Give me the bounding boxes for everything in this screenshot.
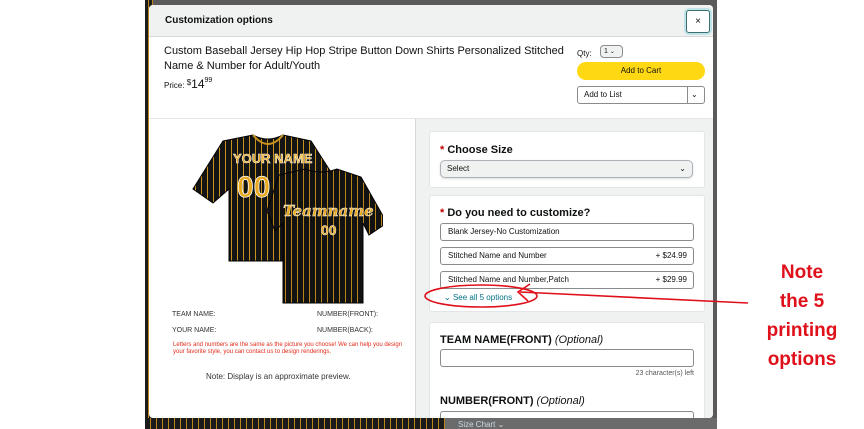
optional-label: (Optional) [536, 395, 585, 407]
add-to-list-button[interactable]: Add to List ⌄ [577, 86, 705, 104]
design-disclaimer: Letters and numbers are the same as the … [173, 342, 403, 355]
price-fraction: 99 [204, 77, 213, 84]
annotation-line: options [767, 349, 837, 370]
number-front-field-label: NUMBER(FRONT) [440, 395, 534, 407]
annotation-note: Note the 5 printing options [752, 258, 852, 374]
add-to-list-label: Add to List [584, 90, 622, 99]
options-pane: * Choose Size Select ⌄ * Do you need to … [415, 119, 713, 418]
option-label: Stitched Name and Number,Patch [448, 275, 569, 284]
price-currency: $ [186, 78, 192, 87]
option-stitched-name-number-patch[interactable]: Stitched Name and Number,Patch + $29.99 [440, 271, 694, 289]
size-title-text: Choose Size [447, 144, 513, 156]
customize-title: * Do you need to customize? [440, 207, 590, 219]
number-front-field-title: NUMBER(FRONT) (Optional) [440, 395, 585, 407]
optional-label: (Optional) [554, 334, 604, 346]
text-fields-card: TEAM NAME(FRONT) (Optional) 23 character… [429, 322, 705, 418]
preview-note: Note: Display is an approximate preview. [206, 372, 351, 381]
number-front-input[interactable] [440, 411, 694, 418]
team-name-field-label: TEAM NAME(FRONT) [440, 334, 552, 346]
modal-title: Customization options [165, 15, 273, 26]
char-counter: 23 character(s) left [635, 370, 694, 377]
annotation-line: the 5 [779, 291, 825, 312]
screen: Size Chart ⌄ Customization options × Cus… [0, 0, 864, 429]
number-front-label: NUMBER(FRONT): [317, 311, 379, 318]
qty-select[interactable]: 1 ⌄ [600, 45, 623, 58]
option-stitched-name-number[interactable]: Stitched Name and Number + $24.99 [440, 247, 694, 265]
jersey-back-name: Teamname [283, 202, 374, 220]
customize-title-text: Do you need to customize? [447, 207, 591, 219]
customization-modal: Customization options × Custom Baseball … [149, 5, 713, 418]
customize-card: * Do you need to customize? Blank Jersey… [429, 195, 705, 312]
team-name-label: TEAM NAME: [172, 311, 216, 318]
number-back-label: NUMBER(BACK): [317, 327, 374, 334]
qty-value: 1 [604, 48, 608, 55]
chevron-down-icon: ⌄ [444, 293, 451, 302]
jersey-front-name: YOUR NAME [233, 151, 313, 166]
option-blank-jersey[interactable]: Blank Jersey-No Customization [440, 223, 694, 241]
jersey-back-number: 00 [321, 222, 337, 238]
annotation-line: Note [780, 262, 824, 283]
chevron-down-icon: ⌄ [609, 49, 615, 55]
jersey-preview-image: YOUR NAME 00 Teamname 00 [192, 134, 383, 304]
size-select-value: Select [447, 164, 470, 173]
see-all-options-link[interactable]: ⌄ See all 5 options [444, 293, 512, 302]
see-all-label: See all 5 options [452, 293, 513, 302]
price-label: Price: [164, 81, 185, 90]
add-to-cart-button[interactable]: Add to Cart [577, 62, 705, 80]
close-button[interactable]: × [686, 10, 710, 33]
chevron-down-icon[interactable]: ⌄ [691, 87, 698, 103]
size-title: * Choose Size [440, 144, 513, 156]
option-price: + $24.99 [655, 251, 687, 260]
divider [687, 87, 688, 103]
option-price: + $29.99 [655, 275, 687, 284]
backdrop-jersey-stripes-bottom [145, 418, 445, 429]
qty-label: Qty: [577, 49, 592, 58]
size-chart-label: Size Chart [458, 420, 496, 429]
size-card: * Choose Size Select ⌄ [429, 131, 705, 188]
modal-header: Customization options × [149, 5, 713, 37]
size-chart-link[interactable]: Size Chart ⌄ [458, 420, 504, 429]
price: Price: $1499 [164, 77, 212, 91]
annotation-line: printing [766, 320, 838, 341]
your-name-label: YOUR NAME: [172, 327, 217, 334]
size-select[interactable]: Select ⌄ [440, 160, 693, 178]
price-whole: 14 [191, 77, 205, 91]
jersey-front-number: 00 [237, 171, 270, 204]
option-label: Stitched Name and Number [448, 251, 547, 260]
team-name-field-title: TEAM NAME(FRONT) (Optional) [440, 334, 603, 346]
product-title: Custom Baseball Jersey Hip Hop Stripe Bu… [164, 45, 564, 72]
team-name-input[interactable] [440, 349, 694, 367]
chevron-down-icon: ⌄ [679, 164, 686, 173]
close-icon: × [695, 16, 701, 27]
backdrop-bottom-strip [145, 418, 717, 429]
option-label: Blank Jersey-No Customization [448, 227, 560, 236]
